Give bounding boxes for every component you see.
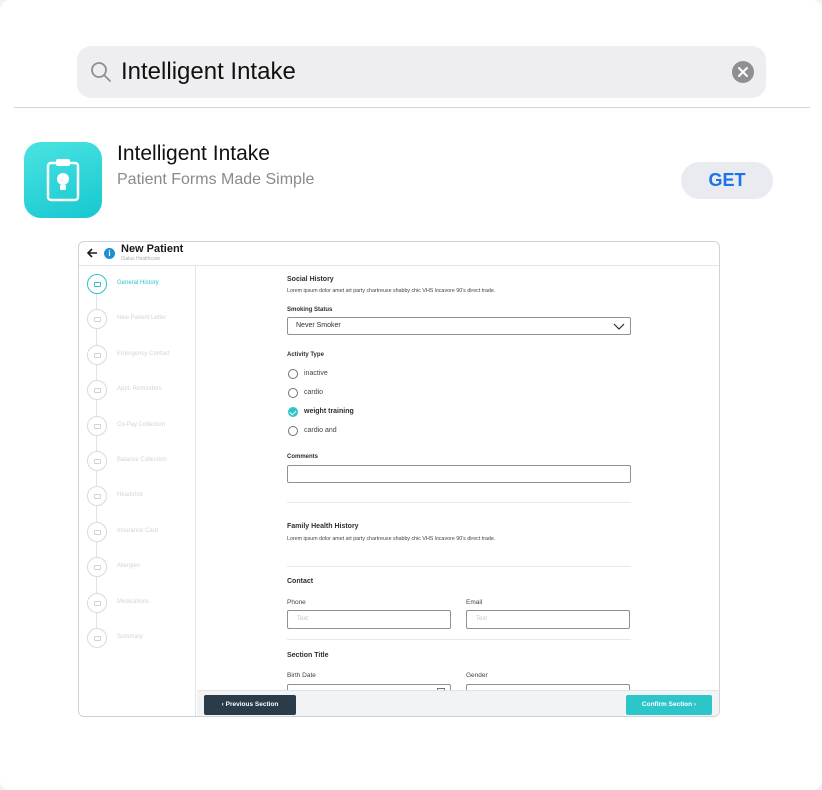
section-divider (287, 502, 631, 503)
step-icon (87, 486, 107, 507)
step-icon (87, 344, 107, 365)
phone-placeholder: Text (297, 616, 309, 622)
social-history-title: Social History (287, 276, 334, 283)
email-placeholder: Text (476, 616, 488, 622)
radio-icon (288, 369, 298, 379)
get-button[interactable]: GET (681, 162, 773, 199)
comments-label: Comments (287, 454, 319, 460)
info-icon: i (104, 248, 115, 259)
preview-org: iSalus Healthcare (121, 256, 161, 262)
step-item[interactable]: General History (79, 272, 196, 296)
clear-search-button[interactable] (732, 61, 754, 83)
smoking-status-value: Never Smoker (296, 322, 341, 329)
app-screenshot-preview[interactable]: i New Patient iSalus Healthcare General … (78, 241, 720, 717)
family-history-desc: Lorem ipsum dolor amet art party chartre… (287, 536, 496, 542)
step-item[interactable]: Co-Pay Collection (79, 414, 196, 438)
step-icon (87, 415, 107, 436)
section-title: Section Title (287, 652, 329, 659)
activity-radio-cardio[interactable]: cardio (288, 387, 488, 399)
step-item[interactable]: Appt. Reminders (79, 378, 196, 402)
step-label: Summary (117, 634, 143, 640)
step-item[interactable]: Summary (79, 626, 196, 650)
step-icon (87, 557, 107, 578)
step-label: Headshot (117, 492, 143, 499)
preview-header: i New Patient iSalus Healthcare (79, 242, 719, 266)
radio-icon (288, 388, 298, 398)
step-icon (87, 521, 107, 542)
section-divider (287, 566, 631, 567)
step-label: Co-Pay Collection (117, 421, 166, 428)
step-item[interactable]: New Patient Letter (79, 307, 196, 331)
activity-radio-weight-training[interactable]: weight training (288, 406, 488, 418)
step-item[interactable]: Headshot (79, 484, 196, 508)
step-label: Allergies (117, 563, 141, 570)
close-icon (738, 67, 748, 77)
contact-title: Contact (287, 578, 314, 585)
radio-label: inactive (304, 370, 328, 377)
radio-checked-icon (288, 407, 298, 417)
social-history-desc: Lorem ipsum dolor amet art party chartre… (287, 288, 496, 294)
general-history-form: Social History Lorem ipsum dolor amet ar… (197, 266, 719, 703)
radio-label: cardio and (304, 427, 337, 434)
step-icon (87, 451, 107, 471)
phone-field[interactable]: Text (287, 610, 451, 629)
phone-label: Phone (287, 599, 306, 606)
step-item[interactable]: Emergency Contact (79, 343, 196, 367)
preview-footer: ‹ Previous Section Confirm Section › (197, 690, 719, 716)
step-label: General History (117, 280, 159, 286)
activity-radio-inactive[interactable]: inactive (288, 368, 488, 380)
app-icon[interactable] (24, 142, 102, 218)
chevron-down-icon (613, 323, 625, 330)
radio-label: weight training (304, 408, 354, 415)
previous-section-button[interactable]: ‹ Previous Section (204, 695, 296, 715)
step-label: Emergency Contact (117, 350, 170, 357)
comments-field[interactable] (287, 465, 631, 483)
clipboard-lightbulb-icon (46, 159, 80, 202)
family-history-title: Family Health History (287, 523, 359, 530)
step-item[interactable]: Medications (79, 591, 196, 615)
search-bar[interactable]: Intelligent Intake (77, 46, 766, 98)
app-subtitle: Patient Forms Made Simple (117, 171, 315, 188)
radio-icon (288, 426, 298, 436)
smoking-status-label: Smoking Status (287, 307, 333, 313)
confirm-section-button[interactable]: Confirm Section › (626, 695, 712, 715)
email-field[interactable]: Text (466, 610, 630, 629)
gender-label: Gender (466, 672, 488, 679)
step-icon (87, 592, 107, 613)
step-label: Appt. Reminders (117, 386, 162, 393)
step-item[interactable]: Insurance Card (79, 520, 196, 544)
step-icon (87, 309, 107, 330)
divider (14, 107, 810, 108)
step-label: Insurance Card (117, 527, 159, 534)
step-label: Balance Collection (117, 457, 167, 463)
search-icon (91, 62, 111, 82)
step-icon (87, 274, 107, 294)
step-icon (87, 380, 107, 401)
section-divider (287, 639, 631, 640)
back-arrow-icon (86, 248, 97, 258)
step-label: Medications (117, 598, 150, 605)
activity-type-label: Activity Type (287, 352, 324, 358)
activity-radio-cardio-and[interactable]: cardio and (288, 425, 488, 437)
preview-title: New Patient (121, 243, 184, 255)
search-input[interactable]: Intelligent Intake (121, 57, 296, 87)
email-label: Email (466, 599, 483, 606)
step-label: New Patient Letter (117, 315, 167, 322)
birth-date-label: Birth Date (287, 672, 316, 679)
step-icon (87, 628, 107, 648)
app-name[interactable]: Intelligent Intake (117, 140, 270, 168)
step-item[interactable]: Balance Collection (79, 449, 196, 473)
step-sidebar: General History New Patient Letter Emergen… (79, 266, 196, 716)
smoking-status-select[interactable]: Never Smoker (287, 317, 631, 335)
app-store-search-card: Intelligent Intake Intelligent Intake Pa… (0, 0, 822, 790)
step-item[interactable]: Allergies (79, 555, 196, 579)
radio-label: cardio (304, 389, 324, 396)
